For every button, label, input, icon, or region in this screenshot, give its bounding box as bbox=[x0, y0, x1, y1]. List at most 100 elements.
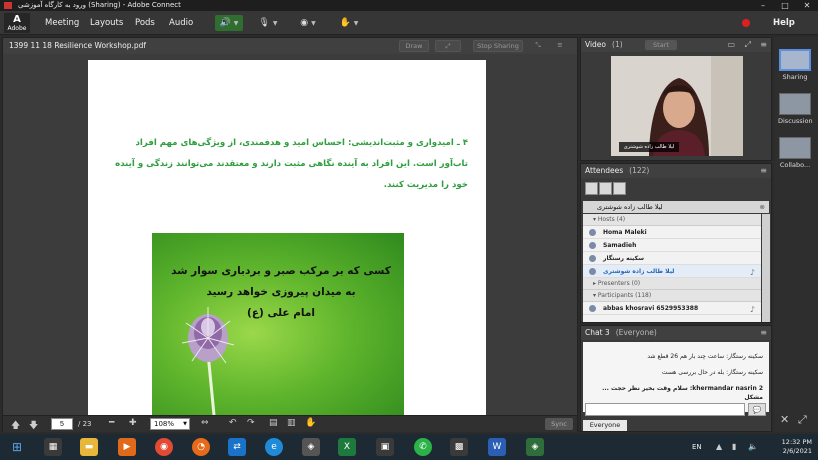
sync-button[interactable]: Sync bbox=[545, 418, 573, 430]
host-icon bbox=[589, 242, 596, 249]
pod-menu-icon[interactable]: ≡ bbox=[553, 40, 567, 52]
zoom-out-icon[interactable]: ━ bbox=[109, 418, 114, 428]
menu-meeting[interactable]: Meeting bbox=[45, 18, 79, 28]
pod-menu-icon[interactable]: ≡ bbox=[760, 164, 767, 178]
list-view-icon[interactable] bbox=[585, 182, 598, 195]
video-pod-header: Video (1) Start ▭ ⤢ ≡ bbox=[581, 38, 771, 52]
list-item[interactable]: Samadieh bbox=[583, 239, 761, 252]
edge-icon[interactable]: e bbox=[265, 438, 283, 456]
clock-date: 2/6/2021 bbox=[782, 447, 812, 455]
logo-label: Adobe bbox=[7, 25, 27, 32]
list-item[interactable]: لیلا طالب زاده شوشتری ♪ bbox=[583, 265, 761, 278]
attendee-scrollbar[interactable] bbox=[762, 214, 770, 322]
redo-icon[interactable]: ↷ bbox=[247, 418, 255, 428]
input-language[interactable]: EN bbox=[692, 443, 702, 451]
send-message-button[interactable]: 💬 bbox=[748, 403, 766, 416]
adobe-connect-taskbar-icon[interactable]: ◈ bbox=[302, 438, 320, 456]
clock[interactable]: 12:32 PM 2/6/2021 bbox=[782, 438, 812, 456]
hand-tool-icon[interactable]: ✋ bbox=[305, 418, 316, 428]
chat-input[interactable] bbox=[585, 403, 745, 416]
list-item[interactable]: abbas khosravi 6529953388 ♪ bbox=[583, 302, 761, 315]
list-item[interactable]: سکینه رستگار bbox=[583, 252, 761, 265]
pod-menu-icon[interactable]: ≡ bbox=[760, 326, 767, 340]
maximize-button[interactable]: □ bbox=[774, 0, 796, 11]
attendees-count: (122) bbox=[629, 166, 650, 175]
firefox-icon[interactable]: ◔ bbox=[192, 438, 210, 456]
app-icon[interactable]: ▩ bbox=[450, 438, 468, 456]
participants-group-header[interactable]: ▾ Participants (118) bbox=[583, 290, 761, 302]
expand-icon[interactable]: ⤢ bbox=[745, 38, 751, 52]
draw-button[interactable]: Draw bbox=[399, 40, 429, 52]
layout-collaboration[interactable]: Collabo... bbox=[778, 137, 812, 169]
share-pod-title: 1399 11 18 Resilience Workshop.pdf bbox=[9, 41, 147, 50]
minimize-button[interactable]: – bbox=[752, 0, 774, 11]
recording-indicator-icon[interactable] bbox=[742, 19, 750, 27]
layout-discussion[interactable]: Discussion bbox=[778, 93, 813, 125]
fit-page-icon[interactable]: ▥ bbox=[287, 418, 296, 428]
camera-button[interactable]: ◉ ▼ bbox=[296, 15, 320, 31]
page-number-input[interactable] bbox=[51, 418, 73, 430]
layout-label: Discussion bbox=[778, 117, 813, 125]
fit-width-icon[interactable]: ⇔ bbox=[201, 418, 209, 428]
chrome-icon[interactable]: ◉ bbox=[155, 438, 173, 456]
camera-icon: ◉ bbox=[300, 18, 309, 28]
start-video-button[interactable]: Start bbox=[645, 40, 677, 50]
zoom-in-icon[interactable]: ✚ bbox=[129, 418, 137, 428]
chat-pod-header: Chat 3 (Everyone) ≡ bbox=[581, 326, 771, 340]
folder-icon[interactable]: ▬ bbox=[80, 438, 98, 456]
undo-icon[interactable]: ↶ bbox=[229, 418, 237, 428]
menu-audio[interactable]: Audio bbox=[169, 18, 193, 28]
presenters-label: Presenters (0) bbox=[597, 280, 641, 287]
chat-message: khermandar nasrin 2: سلام وقت بخیر نظر ح… bbox=[602, 385, 763, 401]
document-page: ۴ ـ امیدواری و مثبت‌اندیشی: احساس امید و… bbox=[88, 60, 486, 415]
arrow-down-icon[interactable]: 🡇 bbox=[29, 418, 38, 434]
host-icon bbox=[589, 255, 596, 262]
layouts-rail: Sharing Discussion Collabo... ✕ ⤢ bbox=[774, 37, 818, 432]
word-icon[interactable]: W bbox=[488, 438, 506, 456]
whatsapp-icon[interactable]: ✆ bbox=[414, 438, 432, 456]
chat-messages: سکینه رستگار: ساعت چند بار هم 26 قطع شد … bbox=[583, 342, 769, 412]
excel-icon[interactable]: X bbox=[338, 438, 356, 456]
chat-scope: (Everyone) bbox=[615, 328, 657, 337]
video-name-label: لیلا طالب زاده شوشتری bbox=[619, 142, 679, 152]
tray-arrow-icon[interactable]: ▲ bbox=[716, 442, 722, 451]
stop-sharing-button[interactable]: Stop Sharing bbox=[473, 40, 523, 52]
network-icon[interactable]: ▣ bbox=[376, 438, 394, 456]
grid-view-icon[interactable] bbox=[599, 182, 612, 195]
help-menu[interactable]: Help bbox=[773, 18, 795, 28]
fullscreen-toggle-button[interactable]: ⤢ bbox=[435, 40, 461, 52]
pod-menu-icon[interactable]: ≡ bbox=[760, 38, 767, 52]
zoom-select[interactable]: 108% ▼ bbox=[150, 418, 190, 430]
raise-hand-button[interactable]: ✋ ▼ bbox=[336, 15, 362, 31]
chat-tab-everyone[interactable]: Everyone bbox=[583, 420, 627, 431]
adobe-a-icon: A bbox=[13, 14, 21, 25]
hosts-group-header[interactable]: ▾ Hosts (4) bbox=[583, 214, 761, 226]
attendee-list[interactable]: ▾ Hosts (4) Homa Maleki Samadieh سکینه ر… bbox=[583, 214, 761, 322]
list-item[interactable]: Homa Maleki bbox=[583, 226, 761, 239]
current-user-row[interactable]: لیلا طالب زاده شوشتری ⊗ bbox=[583, 201, 769, 213]
presenters-group-header[interactable]: ▸ Presenters (0) bbox=[583, 278, 761, 290]
expand-icon[interactable]: ⤢ bbox=[798, 413, 807, 427]
layout-label: Sharing bbox=[782, 73, 808, 81]
windows-start-icon[interactable]: ⊞ bbox=[8, 438, 26, 456]
expand-icon[interactable]: ⤡ bbox=[531, 40, 545, 52]
adobe-connect-active-icon[interactable]: ◈ bbox=[526, 438, 544, 456]
layout-sharing[interactable]: Sharing bbox=[778, 49, 812, 81]
volume-icon[interactable]: 🔈 bbox=[748, 442, 758, 451]
speaker-button[interactable]: 🔊 ▼ bbox=[215, 15, 243, 31]
microphone-button[interactable]: 🎙 ▼ bbox=[256, 15, 280, 31]
arrow-up-icon[interactable]: 🡅 bbox=[11, 418, 20, 434]
close-layout-icon[interactable]: ✕ bbox=[780, 413, 789, 426]
menu-pods[interactable]: Pods bbox=[135, 18, 155, 28]
teamviewer-icon[interactable]: ⇄ bbox=[228, 438, 246, 456]
close-icon[interactable]: ⊗ bbox=[760, 201, 765, 213]
video-settings-icon[interactable]: ▭ bbox=[727, 38, 735, 52]
media-player-icon[interactable]: ▶ bbox=[118, 438, 136, 456]
sidebar-icon[interactable]: ▤ bbox=[269, 418, 278, 428]
close-window-button[interactable]: ✕ bbox=[796, 0, 818, 11]
menu-layouts[interactable]: Layouts bbox=[90, 18, 123, 28]
status-view-icon[interactable] bbox=[613, 182, 626, 195]
network-tray-icon[interactable]: ▮ bbox=[732, 442, 736, 451]
file-explorer-icon[interactable]: ▦ bbox=[44, 438, 62, 456]
document-viewer[interactable]: ۴ ـ امیدواری و مثبت‌اندیشی: احساس امید و… bbox=[3, 54, 577, 415]
